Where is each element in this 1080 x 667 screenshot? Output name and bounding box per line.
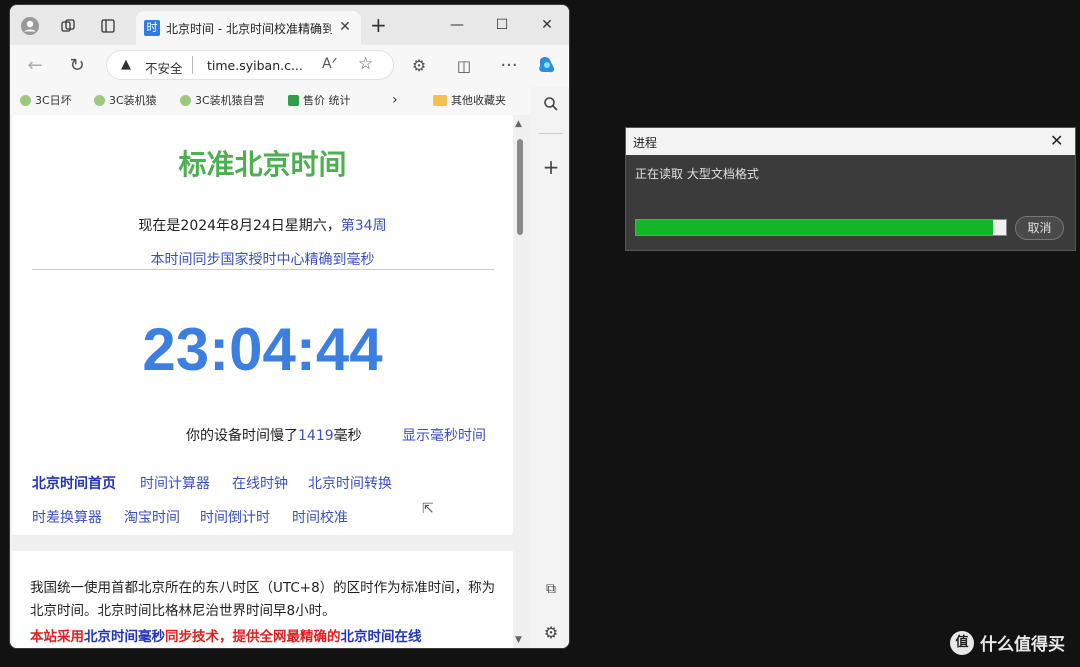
page-content: 标准北京时间 现在是2024年8月24日星期六，第34周 本时间同步国家授时中心… <box>10 115 531 648</box>
cancel-button[interactable]: 取消 <box>1015 216 1064 240</box>
bookmark-favicon-icon <box>180 94 191 106</box>
time-card: 标准北京时间 现在是2024年8月24日星期六，第34周 本时间同步国家授时中心… <box>12 115 513 535</box>
scroll-up-icon[interactable]: ▲ <box>515 119 522 129</box>
site-favicon-icon: 时 <box>144 20 160 36</box>
url-box[interactable]: ▲ 不安全 time.syiban.c... Aᐟ ☆ <box>106 50 394 80</box>
security-label[interactable]: 不安全 <box>145 58 183 77</box>
vertical-tabs-icon[interactable] <box>94 12 122 40</box>
nav-link-taobao[interactable]: 淘宝时间 <box>124 507 180 527</box>
sync-note[interactable]: 本时间同步国家授时中心精确到毫秒 <box>12 249 513 269</box>
watermark-logo: 值 <box>950 630 974 655</box>
scroll-down-icon[interactable]: ▼ <box>515 635 522 645</box>
sidebar-divider <box>539 133 563 134</box>
warning-icon[interactable]: ▲ <box>121 57 131 72</box>
progress-bar <box>635 219 1007 236</box>
watermark: 值 什么值得买 <box>950 630 1065 655</box>
bookmark-favicon-icon <box>20 94 31 106</box>
progress-dialog: 进程 ✕ 正在读取 大型文档格式 取消 <box>625 127 1076 251</box>
bookmark-label: 售价 统计 <box>303 94 351 107</box>
offset-suffix: 毫秒 <box>333 428 362 444</box>
nav-link-calibrate[interactable]: 时间校准 <box>292 507 348 527</box>
add-icon[interactable]: + <box>539 155 563 179</box>
bookmark-label: 其他收藏夹 <box>451 94 506 107</box>
read-aloud-icon[interactable]: Aᐟ <box>322 56 338 72</box>
progress-fill <box>636 220 993 235</box>
divider <box>32 269 494 270</box>
bookmark-label: 3C日坏 <box>35 94 72 107</box>
settings-gear-icon[interactable]: ⚙ <box>539 621 563 645</box>
nav-link-timezone[interactable]: 时差换算器 <box>32 507 102 527</box>
dialog-message: 正在读取 大型文档格式 <box>635 167 759 181</box>
offset-prefix: 你的设备时间慢了 <box>186 428 298 444</box>
intro-highlight: 本站采用北京时间毫秒同步技术，提供全网最精确的北京时间在线 <box>30 625 500 645</box>
scroll-thumb[interactable] <box>517 139 523 235</box>
profile-icon[interactable] <box>16 12 44 40</box>
refresh-icon[interactable]: ↻ <box>64 54 90 78</box>
url-text[interactable]: time.syiban.c... <box>207 58 303 73</box>
bookmark-item[interactable]: 3C装机猿自营 <box>180 92 265 108</box>
nav-link-online-clock[interactable]: 在线时钟 <box>232 473 288 493</box>
mouse-cursor-icon: ⇱ <box>422 501 434 517</box>
nav-link-calculator[interactable]: 时间计算器 <box>140 473 210 493</box>
dialog-title: 进程 <box>633 136 658 150</box>
week-link[interactable]: 第34周 <box>341 218 387 234</box>
offset-ms: 1419 <box>298 428 334 444</box>
address-bar-row: ← ↻ ▲ 不安全 time.syiban.c... Aᐟ ☆ ⚙ ◫ ··· <box>10 45 569 87</box>
close-tab-icon[interactable]: ✕ <box>336 18 354 36</box>
bookmark-item[interactable]: 3C装机猿 <box>94 92 157 108</box>
page-title: 标准北京时间 <box>178 148 347 181</box>
bookmark-item[interactable]: 3C日坏 <box>20 92 72 108</box>
other-favorites[interactable]: 其他收藏夹 <box>433 92 506 108</box>
workspaces-icon[interactable] <box>54 12 82 40</box>
intro-bold-link[interactable]: 北京时间在线 <box>341 629 422 645</box>
dialog-close-icon[interactable]: ✕ <box>1050 131 1063 150</box>
clock-display: 23:04:44 <box>142 316 383 383</box>
bookmark-item[interactable]: 售价 统计 <box>288 92 351 108</box>
intro-bold-link[interactable]: 北京时间毫秒 <box>84 629 165 645</box>
tab-title: 北京时间 - 北京时间校准精确到毫秒 <box>166 22 332 36</box>
tab-bar: 时 北京时间 - 北京时间校准精确到毫秒 ✕ + — ☐ ✕ <box>10 5 569 45</box>
sheet-icon <box>288 94 299 106</box>
minimize-icon[interactable]: — <box>442 13 472 37</box>
search-icon[interactable] <box>539 95 563 119</box>
tab-active[interactable]: 时 北京时间 - 北京时间校准精确到毫秒 ✕ <box>136 11 361 45</box>
nav-link-countdown[interactable]: 时间倒计时 <box>200 507 270 527</box>
offset-line: 你的设备时间慢了1419毫秒 <box>186 425 362 445</box>
intro-bold-text: 本站采用 <box>30 629 84 645</box>
dialog-titlebar: 进程 ✕ <box>626 128 1075 155</box>
screenshot-icon[interactable]: ⧉ <box>539 577 563 601</box>
close-window-icon[interactable]: ✕ <box>532 13 562 37</box>
date-line: 现在是2024年8月24日星期六，第34周 <box>12 215 513 235</box>
more-menu-icon[interactable]: ··· <box>496 54 522 78</box>
watermark-text: 什么值得买 <box>980 635 1065 655</box>
edge-sidebar: + ⧉ ⚙ <box>531 87 569 648</box>
bookmark-label: 3C装机猿自营 <box>195 94 265 107</box>
nav-link-convert[interactable]: 北京时间转换 <box>308 473 392 493</box>
favorite-star-icon[interactable]: ☆ <box>358 54 373 74</box>
back-icon[interactable]: ← <box>22 54 48 78</box>
bookmark-label: 3C装机猿 <box>109 94 157 107</box>
maximize-icon[interactable]: ☐ <box>487 13 517 37</box>
browser-window: 时 北京时间 - 北京时间校准精确到毫秒 ✕ + — ☐ ✕ ← ↻ ▲ 不安全… <box>9 4 570 649</box>
split-screen-icon[interactable]: ◫ <box>451 54 477 78</box>
show-ms-link[interactable]: 显示毫秒时间 <box>402 425 486 445</box>
bookmarks-bar: 3C日坏 3C装机猿 3C装机猿自营 售价 统计 › 其他收藏夹 <box>10 87 569 115</box>
bookmarks-overflow-icon[interactable]: › <box>392 92 398 108</box>
folder-icon <box>433 94 447 106</box>
new-tab-icon[interactable]: + <box>370 15 387 35</box>
nav-link-home[interactable]: 北京时间首页 <box>32 473 116 493</box>
extensions-icon[interactable]: ⚙ <box>406 54 432 78</box>
intro-text: 我国统一使用首都北京所在的东八时区（UTC+8）的区时作为标准时间，称为北京时间… <box>30 580 496 619</box>
copilot-icon[interactable] <box>534 54 560 78</box>
intro-bold-text: 同步技术，提供全网最精确的 <box>165 629 341 645</box>
page-scrollbar[interactable]: ▲ ▼ <box>514 119 526 645</box>
bookmark-favicon-icon <box>94 94 105 106</box>
url-separator <box>192 56 193 74</box>
date-text: 现在是2024年8月24日星期六， <box>138 218 341 234</box>
